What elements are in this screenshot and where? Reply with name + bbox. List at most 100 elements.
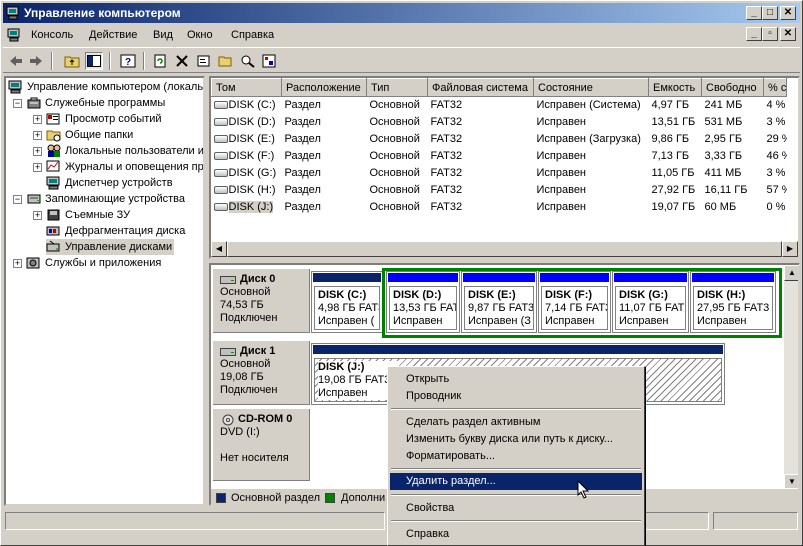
context-menu: Открыть Проводник Сделать раздел активны… [387,366,645,546]
menu-item-properties[interactable]: Свойства [390,500,642,517]
tree-item-local-users[interactable]: Локальные пользователи и [46,143,203,159]
tree-item-defrag[interactable]: Дефрагментация диска [46,223,185,239]
delete-icon[interactable] [173,52,191,70]
scroll-thumb[interactable] [227,241,782,257]
table-row[interactable]: DISK (H:) Раздел Основной FAT32 Исправен 27,9… [212,182,787,199]
legend-extended-label: Дополни [341,492,386,504]
cdrom-icon [222,414,234,425]
partition-h[interactable]: DISK (H:) 27,95 ГБ FAT3 Исправен [690,271,776,333]
volume-icon [213,203,228,212]
scroll-up-button[interactable]: ▲ [784,265,798,281]
event-viewer-icon [46,113,60,125]
collapse-toggle[interactable]: − [13,99,22,108]
close-button[interactable]: ✕ [780,6,796,20]
partition-g[interactable]: DISK (G:) 11,07 ГБ FAT Исправен [612,271,689,333]
tree-item-services[interactable]: Службы и приложения [26,255,161,271]
column-header-free[interactable]: Свободно [701,78,764,97]
wizard-icon[interactable] [261,52,279,70]
open-folder-icon[interactable] [217,52,235,70]
table-cell: Исправен [536,167,587,179]
tree-item-disk-management[interactable]: Управление дисками [46,239,175,255]
menu-item-format[interactable]: Форматировать... [390,448,642,465]
expand-toggle[interactable]: + [33,163,42,172]
menu-help[interactable]: Справка [231,29,274,41]
partition-e[interactable]: DISK (E:) 9,87 ГБ FAT3 Исправен (З [461,271,537,333]
help-icon[interactable]: ? [119,52,137,70]
up-folder-icon[interactable] [63,52,81,70]
menu-item-mark-active[interactable]: Сделать раздел активным [390,414,642,431]
volume-name-cell: DISK (E:) [212,131,282,148]
table-row[interactable]: DISK (E:) Раздел Основной FAT32 Исправен (За… [212,131,787,148]
menu-item-help[interactable]: Справка [390,526,642,543]
menu-view[interactable]: Вид [153,29,173,41]
tree-item-system-tools[interactable]: Служебные программы [26,95,165,111]
table-cell: Раздел [284,99,321,112]
back-arrow-icon[interactable] [7,52,25,70]
computer-icon [8,80,22,94]
partition-d[interactable]: DISK (D:) 13,53 ГБ FAT Исправен [386,271,460,333]
forward-arrow-icon[interactable] [27,52,45,70]
mdi-close-button[interactable]: ✕ [780,27,796,41]
tree-item-perf-logs[interactable]: Журналы и оповещения пр [46,159,203,175]
hard-disk-icon [220,347,236,356]
partition-c[interactable]: DISK (C:)4,98 ГБ FAT32Исправен ( [311,271,383,333]
tree-item-device-manager[interactable]: Диспетчер устройств [46,175,173,191]
tree-item-root[interactable]: Управление компьютером (локаль [8,79,203,95]
column-header-capacity[interactable]: Емкость [648,78,702,97]
column-header-percent-free[interactable]: % с [763,78,787,97]
tree-item-removable-storage[interactable]: Съемные ЗУ [46,207,130,223]
table-cell: 3 % [766,116,786,128]
table-cell: 29 % [766,133,787,145]
menu-console[interactable]: Консоль [31,29,73,41]
column-header-volume[interactable]: Том [211,78,282,97]
menu-item-explore[interactable]: Проводник [390,388,642,405]
tree-item-storage[interactable]: Запоминающие устройства [26,191,185,207]
disk-0-label[interactable]: Диск 0 Основной 74,53 ГБ Подключен [213,269,310,333]
column-header-status[interactable]: Состояние [533,78,649,97]
maximize-button[interactable]: □ [762,6,778,20]
cdrom-0-label[interactable]: CD-ROM 0 DVD (I:) Нет носителя [213,409,310,481]
scroll-right-button[interactable]: ▶ [782,241,798,257]
column-header-filesystem[interactable]: Файловая система [427,78,534,97]
expand-toggle[interactable]: + [33,211,42,220]
volume-name-cell: DISK (J:) [212,199,282,216]
menu-action[interactable]: Действие [89,29,137,41]
table-row[interactable]: DISK (C:) Раздел Основной FAT32 Исправен (Си… [212,97,787,114]
menu-item-delete-partition[interactable]: Удалить раздел... [390,473,642,490]
scroll-left-button[interactable]: ◀ [211,241,227,257]
table-cell: 241 МБ [704,99,743,112]
horizontal-scrollbar[interactable]: ◀ ▶ [211,241,798,257]
table-row[interactable]: DISK (F:) Раздел Основной FAT32 Исправен 7,13… [212,148,787,165]
mdi-restore-button[interactable]: ▫ [762,27,778,41]
vertical-scrollbar[interactable]: ▲ ▼ [784,265,798,490]
table-cell: Раздел [284,184,321,196]
minimize-button[interactable]: _ [746,6,762,20]
menu-window[interactable]: Окно [187,29,213,41]
column-header-type[interactable]: Тип [366,78,428,97]
mdi-minimize-button[interactable]: _ [746,27,762,41]
legend-extended-swatch [325,493,335,503]
show-tree-icon[interactable] [85,52,103,70]
menu-item-open[interactable]: Открыть [390,371,642,388]
column-header-layout[interactable]: Расположение [281,78,367,97]
partition-f[interactable]: DISK (F:) 7,14 ГБ FAT3 Исправен [538,271,611,333]
status-pane-1 [5,512,385,530]
tree-item-shared-folders[interactable]: Общие папки [46,127,133,143]
table-cell: Основной [369,201,420,213]
menu-item-change-drive-letter[interactable]: Изменить букву диска или путь к диску... [390,431,642,448]
table-row[interactable]: DISK (D:) Раздел Основной FAT32 Исправен 13,5… [212,114,787,131]
tree-item-event-viewer[interactable]: Просмотр событий [46,111,162,127]
expand-toggle[interactable]: + [33,147,42,156]
disk-1-label[interactable]: Диск 1 Основной 19,08 ГБ Подключен [213,341,310,405]
table-row[interactable]: DISK (J:) Раздел Основной FAT32 Исправен 19,0… [212,199,787,216]
expand-toggle[interactable]: + [33,131,42,140]
title-bar[interactable]: Управление компьютером _ □ ✕ [3,3,800,23]
menu-separator [391,494,641,496]
collapse-toggle[interactable]: − [13,195,22,204]
properties-icon[interactable] [195,52,213,70]
find-icon[interactable] [239,52,257,70]
expand-toggle[interactable]: + [33,115,42,124]
refresh-icon[interactable] [151,52,169,70]
table-row[interactable]: DISK (G:) Раздел Основной FAT32 Исправен 11,0… [212,165,787,182]
expand-toggle[interactable]: + [13,259,22,268]
